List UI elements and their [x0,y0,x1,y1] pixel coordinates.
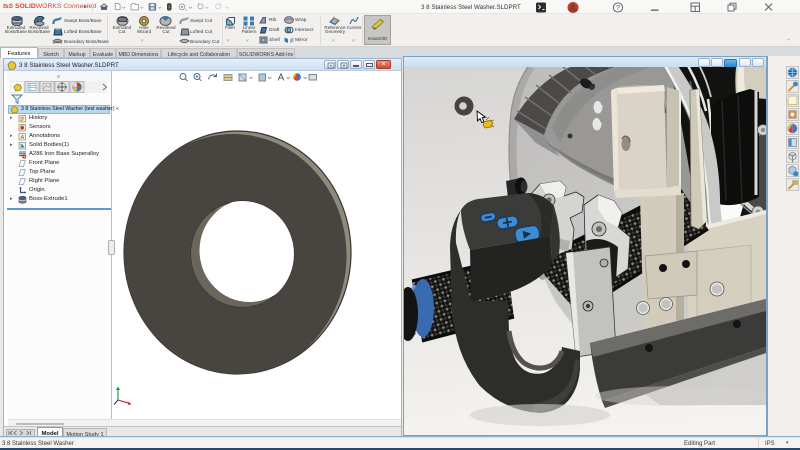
svg-text:?: ? [616,5,620,12]
